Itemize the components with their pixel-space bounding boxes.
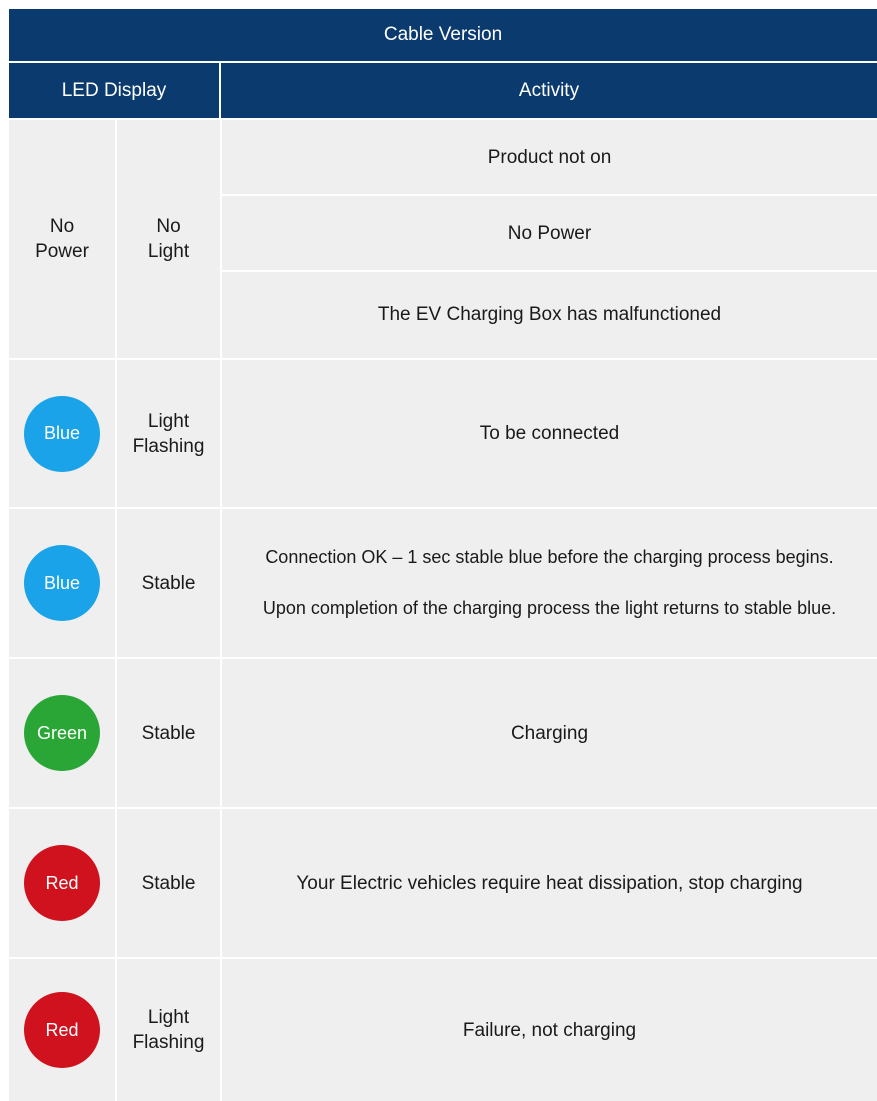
- activity-text: Connection OK – 1 sec stable blue before…: [265, 547, 834, 567]
- activity-text: Charging: [510, 722, 589, 744]
- led-mode: Stable: [115, 809, 222, 957]
- activity-cell: Failure, not charging: [222, 959, 877, 1101]
- led-mode: No Light: [115, 120, 222, 358]
- led-indicator-cell: Green: [9, 659, 115, 807]
- table-row: Red Stable Your Electric vehicles requir…: [9, 807, 877, 957]
- activity-cell: Charging: [222, 659, 877, 807]
- activity-cell: Connection OK – 1 sec stable blue before…: [222, 509, 877, 657]
- led-mode: Light Flashing: [115, 959, 222, 1101]
- red-led-indicator: Red: [24, 845, 100, 921]
- table-header-row: LED Display Activity: [9, 63, 877, 118]
- activity-text: Product not on: [487, 146, 612, 168]
- red-led-indicator: Red: [24, 992, 100, 1068]
- table-row: Blue Light Flashing To be connected: [9, 358, 877, 507]
- table-title: Cable Version: [9, 9, 877, 63]
- table-row: No Power No Light Product not on No Powe…: [9, 118, 877, 358]
- led-mode: Light Flashing: [115, 360, 222, 507]
- activity-cell: Product not on No Power The EV Charging …: [222, 120, 877, 358]
- blue-led-indicator: Blue: [24, 545, 100, 621]
- table-row: Red Light Flashing Failure, not charging: [9, 957, 877, 1101]
- led-indicator-cell: Blue: [9, 360, 115, 507]
- activity-text: To be connected: [479, 423, 620, 444]
- led-indicator-cell: Blue: [9, 509, 115, 657]
- blue-led-indicator: Blue: [24, 395, 100, 472]
- led-indicator-cell: Red: [9, 959, 115, 1101]
- activity-text: No Power: [222, 194, 877, 269]
- activity-text: Failure, not charging: [462, 1019, 637, 1041]
- led-display-header: LED Display: [9, 63, 221, 118]
- activity-text: Upon completion of the charging process …: [262, 598, 837, 618]
- led-state-text: No Power: [35, 216, 89, 262]
- activity-text: The EV Charging Box has malfunctioned: [222, 269, 877, 358]
- activity-cell: Your Electric vehicles require heat diss…: [222, 809, 877, 957]
- led-mode: Stable: [115, 509, 222, 657]
- led-mode: Stable: [115, 659, 222, 807]
- table-row: Green Stable Charging: [9, 657, 877, 807]
- table-row: Blue Stable Connection OK – 1 sec stable…: [9, 507, 877, 657]
- activity-header: Activity: [221, 63, 877, 118]
- led-status-table: Cable Version LED Display Activity No Po…: [9, 9, 877, 1101]
- led-indicator-cell: Red: [9, 809, 115, 957]
- green-led-indicator: Green: [24, 695, 100, 771]
- activity-cell: To be connected: [222, 360, 877, 507]
- activity-text: Your Electric vehicles require heat diss…: [296, 872, 803, 894]
